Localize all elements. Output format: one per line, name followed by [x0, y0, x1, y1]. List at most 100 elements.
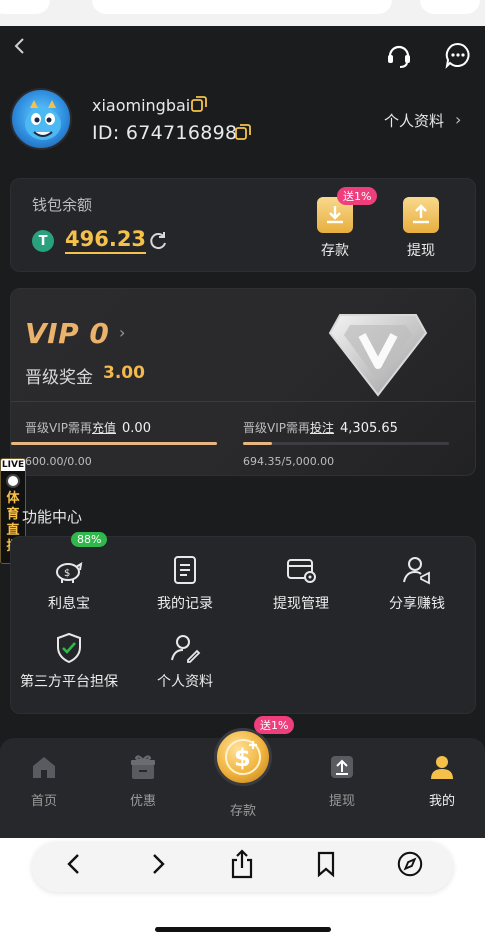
app-content: xiaomingbai ID: 674716898 个人资料 › 钱包余额 T …: [0, 26, 485, 838]
browser-back-button[interactable]: [60, 850, 88, 878]
function-center-title: 功能中心: [22, 508, 83, 526]
wallet-card: 钱包余额 T 496.23 存款 送1% 提现: [10, 178, 476, 272]
gift-icon: [128, 752, 158, 782]
tab-label: 提现: [328, 794, 355, 809]
progress-fill: [243, 442, 272, 445]
avatar[interactable]: [10, 88, 72, 150]
deposit-button[interactable]: 存款: [311, 197, 359, 267]
bet-progress-bar: [243, 442, 449, 445]
vip-bonus-value: 3.00: [103, 363, 145, 383]
browser-forward-button[interactable]: [144, 850, 172, 878]
user-id: ID: 674716898: [92, 122, 238, 144]
withdraw-management-item[interactable]: 提现管理: [243, 553, 359, 613]
tab-deposit[interactable]: 存款: [203, 788, 283, 819]
tab-label: 首页: [30, 794, 57, 809]
tab-home[interactable]: 首页: [4, 752, 84, 809]
usdt-icon: T: [32, 230, 54, 252]
third-party-guarantee-item[interactable]: 第三方平台担保: [11, 631, 127, 691]
chat-bubble-icon: [445, 42, 470, 69]
coin-icon[interactable]: $: [214, 728, 272, 786]
tab-label: 优惠: [129, 794, 156, 809]
browser-bookmark-button[interactable]: [312, 850, 340, 878]
requirement-prefix: 晋级VIP需再: [25, 421, 92, 435]
tab-label: 存款: [229, 804, 256, 819]
vip-bonus-label: 晋级奖金: [25, 368, 93, 388]
browser-compass-button[interactable]: [396, 850, 424, 878]
divider: [11, 401, 475, 402]
chevron-right-icon[interactable]: ›: [455, 110, 461, 129]
vip-card[interactable]: VIP 0 › 晋级奖金 3.00 晋级VIP需再充值0.00 600.00/: [10, 288, 476, 476]
function-label: 个人资料: [157, 674, 213, 690]
wallet-label: 钱包余额: [32, 196, 93, 214]
chevron-left-icon: [67, 854, 79, 874]
customer-service-button[interactable]: [384, 40, 414, 70]
tab-label: 我的: [428, 794, 455, 809]
back-button[interactable]: [8, 34, 32, 58]
function-label: 第三方平台担保: [20, 674, 118, 690]
function-label: 分享赚钱: [389, 596, 445, 612]
headset-icon: [388, 45, 410, 68]
tab-pill: [92, 0, 392, 14]
browser-top-strip: [0, 0, 485, 26]
shield-check-icon: [52, 631, 86, 665]
vip-badge-icon: [326, 305, 430, 401]
bet-progress-text: 694.35/5,000.00: [243, 455, 335, 468]
function-center-panel: $ 利息宝 88% 我的记录 提现管理 分享赚钱 第三方平台担保 个人资料: [10, 532, 476, 714]
function-label: 利息宝: [48, 596, 90, 612]
svg-text:$: $: [234, 744, 251, 772]
screen: xiaomingbai ID: 674716898 个人资料 › 钱包余额 T …: [0, 0, 485, 933]
chevron-left-icon: [14, 38, 24, 54]
document-icon: [168, 553, 202, 587]
vip-level: VIP 0: [25, 317, 110, 350]
deposit-requirement: 晋级VIP需再充值 0.00: [25, 419, 151, 436]
my-records-item[interactable]: 我的记录: [127, 553, 243, 613]
bet-link[interactable]: 投注: [310, 421, 334, 435]
deposit-label: 存款: [321, 243, 349, 259]
progress-fill: [11, 442, 217, 445]
share-icon: [231, 849, 253, 879]
share-earn-item[interactable]: 分享赚钱: [359, 553, 475, 613]
deposit-progress-text: 600.00/0.00: [25, 455, 92, 468]
card-settings-icon: [284, 553, 318, 587]
live-tag: LIVE: [1, 459, 25, 471]
function-label: 提现管理: [273, 596, 329, 612]
wallet-balance: 496.23: [65, 226, 147, 254]
piggy-bank-icon: $: [52, 553, 86, 587]
tab-mine[interactable]: 我的: [402, 752, 482, 809]
bet-requirement: 晋级VIP需再投注 4,305.65: [243, 419, 398, 436]
user-edit-icon: [168, 631, 202, 665]
tab-withdraw[interactable]: 提现: [302, 752, 382, 809]
profile-item[interactable]: 个人资料: [127, 631, 243, 691]
copy-username-icon[interactable]: [190, 95, 208, 113]
refresh-icon[interactable]: [147, 230, 169, 252]
message-button[interactable]: [443, 40, 473, 70]
withdraw-icon: [403, 197, 439, 233]
chevron-right-icon[interactable]: ›: [119, 323, 125, 342]
home-icon: [29, 752, 59, 782]
deposit-tab-badge: 送1%: [254, 716, 295, 734]
dragon-avatar-icon: [25, 100, 61, 140]
compass-icon: [397, 851, 423, 877]
profile-link[interactable]: 个人资料: [384, 110, 444, 131]
requirement-value: 0.00: [122, 421, 151, 436]
function-label: 我的记录: [157, 596, 213, 612]
deposit-bonus-badge: 送1%: [337, 187, 378, 205]
tab-pill: [420, 0, 480, 14]
tab-pill: [0, 0, 50, 14]
live-char: 体: [6, 491, 20, 506]
browser-share-button[interactable]: [228, 849, 256, 879]
interest-rate-badge: 88%: [71, 532, 108, 547]
chevron-right-icon: [153, 854, 165, 874]
withdraw-button[interactable]: 提现: [397, 197, 445, 267]
copy-id-icon[interactable]: [234, 123, 252, 141]
football-icon: [6, 474, 20, 488]
home-indicator: [155, 927, 331, 932]
interest-treasure-item[interactable]: $ 利息宝: [11, 553, 127, 613]
deposit-link[interactable]: 充值: [92, 421, 116, 435]
requirement-prefix: 晋级VIP需再: [243, 421, 310, 435]
requirement-value: 4,305.65: [340, 421, 398, 436]
share-user-icon: [400, 553, 434, 587]
deposit-progress-bar: [11, 442, 217, 445]
svg-text:$: $: [64, 568, 70, 579]
tab-promotions[interactable]: 优惠: [103, 752, 183, 809]
